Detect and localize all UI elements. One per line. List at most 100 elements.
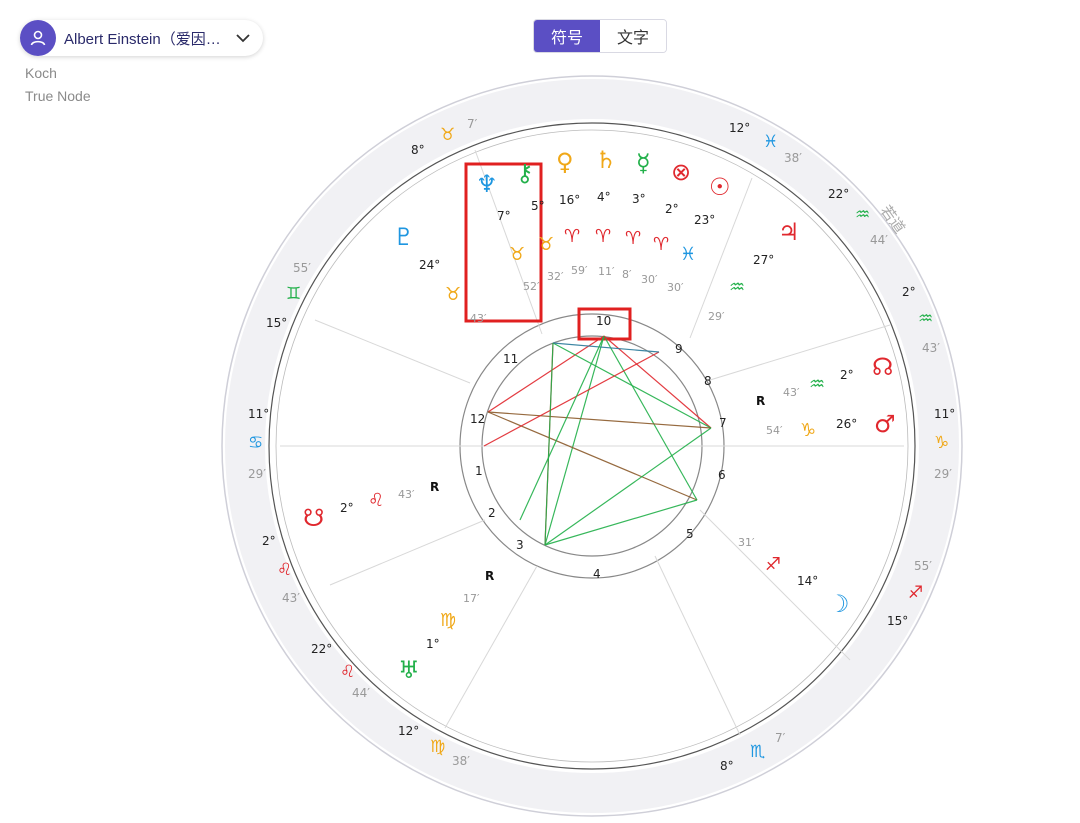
planet-mercury[interactable]: ☿ 3° ♈ 8′ — [622, 149, 651, 281]
planet-sign-glyph: ♈ — [595, 226, 611, 247]
planet-sun[interactable]: ☉ 23° ♓ 30′ — [667, 173, 731, 294]
south-node-icon: ☋ — [303, 504, 324, 532]
chiron-icon: ⚷ — [516, 159, 534, 187]
planet-neptune[interactable]: ♆ 7° ♉ 52′ — [476, 170, 540, 293]
cusp-line-ic — [444, 565, 538, 729]
planet-part-of-fortune[interactable]: ⊗ 2° ♈ 30′ — [641, 158, 691, 286]
planet-sign-glyph: ♈ — [625, 228, 641, 249]
cusp-minutes: 29′ — [934, 467, 952, 481]
planet-minutes: 43′ — [470, 312, 487, 325]
cusp-sign-glyph: ♓ — [763, 132, 778, 152]
cusp-sign-glyph: ♍ — [430, 737, 445, 757]
cusp-sign-glyph: ♒ — [855, 205, 870, 225]
planet-degree: 2° — [665, 202, 679, 216]
planet-minutes: 11′ — [598, 265, 615, 278]
cusp-degree: 12° — [398, 724, 419, 738]
house-number-9: 9 — [675, 342, 683, 356]
cusp-sign-glyph: ♏ — [750, 742, 765, 762]
house-number-11: 11 — [503, 352, 518, 366]
house-number-12: 12 — [470, 412, 485, 426]
planet-minutes: 32′ — [547, 270, 564, 283]
planet-sign-glyph: ♈ — [653, 234, 669, 255]
planet-degree: 27° — [753, 253, 774, 267]
cusp-line-h12 — [329, 519, 486, 586]
planet-sign-glyph: ♈ — [564, 226, 580, 247]
planet-north-node[interactable]: ☊ 2° ♒ 43′ R — [756, 353, 893, 408]
saturn-icon: ♄ — [595, 146, 617, 174]
planet-sign-glyph: ♍ — [440, 610, 456, 631]
cusp-degree: 22° — [828, 187, 849, 201]
planet-venus[interactable]: ♀ 16° ♈ 59′ — [556, 148, 588, 277]
planet-mars[interactable]: ♂ 26° ♑ 54′ — [766, 410, 896, 441]
cusp-sign-glyph: ♋ — [248, 433, 263, 453]
planet-degree: 26° — [836, 417, 857, 431]
cusp-sign-glyph: ♒ — [918, 309, 933, 329]
planet-sign-glyph: ♒ — [809, 374, 825, 395]
planet-degree: 24° — [419, 258, 440, 272]
cusp-sign-glyph: ♊ — [286, 284, 301, 304]
mercury-icon: ☿ — [636, 149, 651, 177]
cusp-minutes: 43′ — [922, 341, 940, 355]
house-number-7: 7 — [719, 416, 727, 430]
cusp-minutes: 44′ — [870, 233, 888, 247]
sun-icon: ☉ — [709, 173, 731, 201]
cusp-sign-glyph: ♐ — [908, 583, 923, 603]
planet-south-node[interactable]: ☋ 2° ♌ 43′ R — [303, 480, 439, 532]
planet-degree: 1° — [426, 637, 440, 651]
venus-icon: ♀ — [556, 148, 574, 176]
planet-minutes: 30′ — [641, 273, 658, 286]
cusp-degree: 12° — [729, 121, 750, 135]
cusp-degree: 11° — [248, 407, 269, 421]
planet-sign-glyph: ♉ — [445, 284, 461, 305]
aspect-line — [603, 335, 698, 501]
jupiter-icon: ♃ — [778, 218, 800, 246]
planet-minutes: 31′ — [738, 536, 755, 549]
planet-moon[interactable]: ☽ 14° ♐ 31′ — [738, 536, 850, 618]
retrograde-marker: R — [756, 394, 765, 408]
house-number-10: 10 — [596, 314, 611, 328]
planet-pluto[interactable]: ♇ 24° ♉ 43′ — [393, 223, 487, 325]
cusp-minutes: 43′ — [282, 591, 300, 605]
planet-minutes: 43′ — [783, 386, 800, 399]
planet-degree: 4° — [597, 190, 611, 204]
house-number-5: 5 — [686, 527, 694, 541]
house-number-4: 4 — [593, 567, 601, 581]
cusp-minutes: 7′ — [775, 731, 786, 745]
cusp-degree: 2° — [262, 534, 276, 548]
planet-saturn[interactable]: ♄ 4° ♈ 11′ — [595, 146, 617, 278]
cusp-sign-glyph: ♌ — [340, 662, 355, 682]
house-number-1: 1 — [475, 464, 483, 478]
house-number-3: 3 — [516, 538, 524, 552]
cusp-line-h6 — [699, 509, 851, 661]
north-node-icon: ☊ — [872, 353, 893, 381]
cusp-line-h5 — [654, 555, 741, 736]
aspect-lines — [483, 335, 712, 546]
natal-chart-wheel: 若道 1 2 3 4 5 6 7 8 9 10 11 12 11°♋29′2°♌… — [221, 75, 963, 817]
cusp-minutes: 7′ — [467, 117, 478, 131]
planet-labels: ♆ 7° ♉ 52′ ⚷ 5° ♉ 32′ ♀ 16° ♈ 59′ ♄ 4° ♈ 11′ ☿ 3° ♈ 8′ ⊗ 2° ♈ 3… — [303, 146, 896, 684]
neptune-icon: ♆ — [476, 170, 498, 198]
planet-degree: 2° — [840, 368, 854, 382]
cusp-sign-glyph: ♉ — [440, 125, 455, 145]
moon-icon: ☽ — [828, 590, 850, 618]
cusp-minutes: 44′ — [352, 686, 370, 700]
planet-degree: 16° — [559, 193, 580, 207]
planet-degree: 2° — [340, 501, 354, 515]
planet-jupiter[interactable]: ♃ 27° ♒ 29′ — [708, 218, 800, 323]
cusp-degree: 2° — [902, 285, 916, 299]
planet-sign-glyph: ♐ — [765, 554, 781, 575]
planet-degree: 14° — [797, 574, 818, 588]
part-of-fortune-icon: ⊗ — [671, 158, 691, 186]
mars-icon: ♂ — [874, 410, 896, 438]
planet-minutes: 29′ — [708, 310, 725, 323]
planet-minutes: 59′ — [571, 264, 588, 277]
aspect-line — [552, 342, 712, 429]
pluto-icon: ♇ — [393, 223, 415, 251]
cusp-line-h11 — [314, 319, 471, 384]
aspect-line — [552, 342, 660, 353]
cusp-minutes: 55′ — [914, 559, 932, 573]
planet-degree: 7° — [497, 209, 511, 223]
planet-sign-glyph: ♑ — [800, 420, 816, 441]
cusp-minutes: 38′ — [784, 151, 802, 165]
house-number-8: 8 — [704, 374, 712, 388]
